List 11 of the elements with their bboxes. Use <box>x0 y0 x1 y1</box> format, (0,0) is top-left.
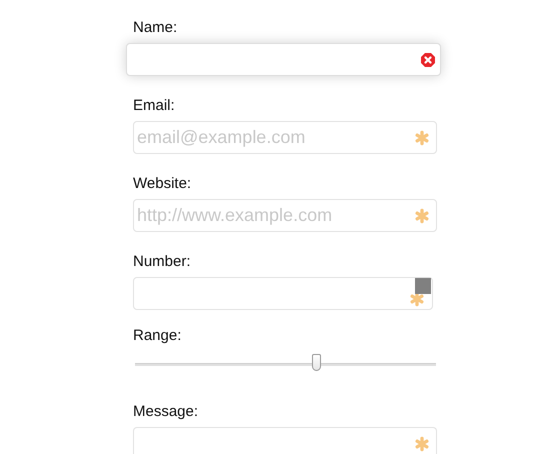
message-field[interactable] <box>133 427 437 454</box>
field-label: Range: <box>133 326 182 345</box>
field-label: Email: <box>133 96 175 115</box>
field-label: Number: <box>133 252 191 271</box>
input-field[interactable] <box>126 43 441 76</box>
input-field[interactable] <box>133 277 433 310</box>
field-label: Name: <box>133 18 178 37</box>
slider-thumb[interactable] <box>312 354 321 371</box>
spinner-control[interactable] <box>415 278 431 294</box>
field-label: Message: <box>133 402 198 421</box>
field-label: Website: <box>133 174 192 193</box>
